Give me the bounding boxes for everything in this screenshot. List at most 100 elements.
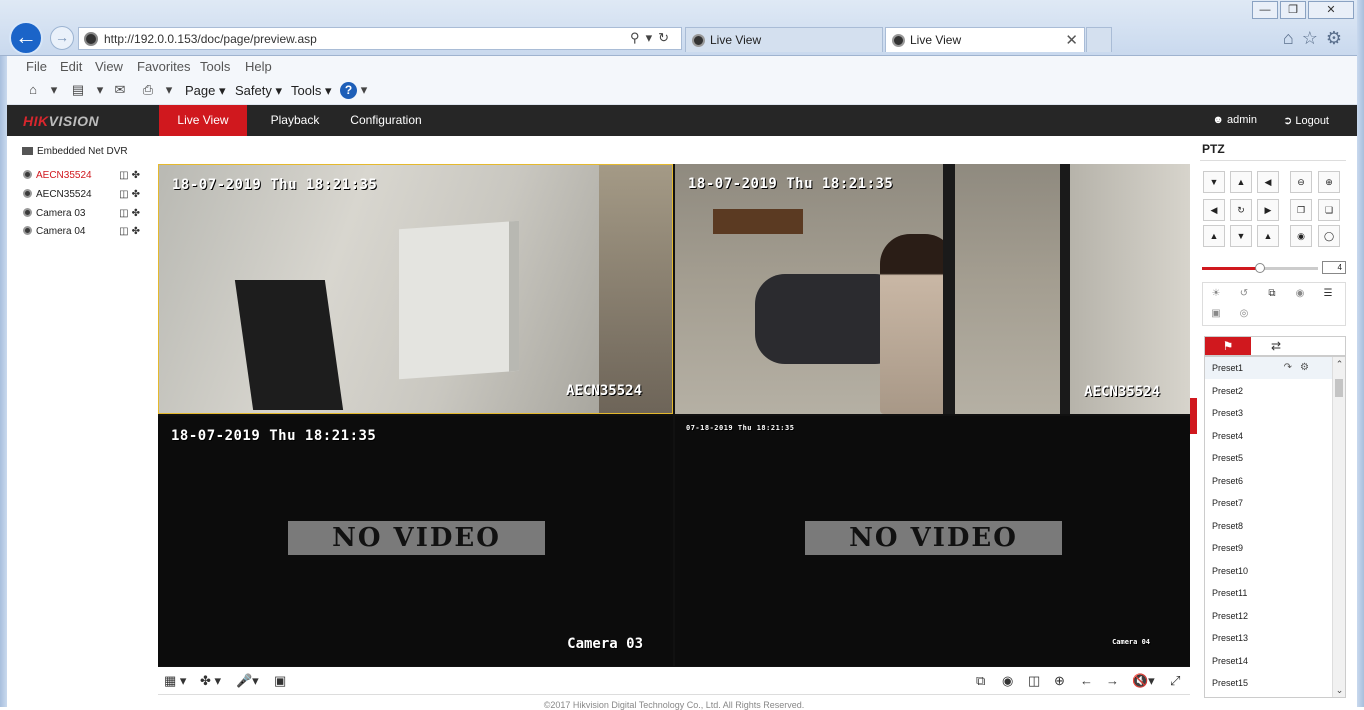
favorites-star-icon[interactable]: ☆ (1302, 28, 1326, 48)
fullscreen-icon[interactable]: ⤢ (1170, 673, 1180, 689)
ptz-speed-slider[interactable] (1202, 263, 1318, 273)
ptz-up-left-button[interactable]: ▼ (1203, 171, 1225, 193)
zoom-out-icon[interactable]: ⊖ (1290, 171, 1312, 193)
menu-icon[interactable]: ☰ (1317, 285, 1339, 303)
record-icon[interactable]: ◫ (119, 170, 131, 181)
mail-icon[interactable]: ✉ (112, 82, 128, 98)
iris-close-icon[interactable]: ◉ (1290, 225, 1312, 247)
ptz-right-button[interactable]: ▶ (1257, 199, 1279, 221)
lens-init-icon[interactable]: ◉ (1289, 285, 1311, 303)
safety-menu[interactable]: Safety ▾ (235, 83, 282, 99)
wiper-icon[interactable]: ↺ (1233, 285, 1255, 303)
record-icon[interactable]: ◫ (119, 208, 131, 219)
refresh-icon[interactable]: ↻ (658, 30, 675, 45)
minimize-button[interactable]: — (1252, 1, 1278, 19)
video-pane-2[interactable]: 18-07-2019 Thu 18:21:35 AECN35524 (675, 164, 1190, 414)
chevron-down-icon[interactable]: ▾ (646, 30, 659, 45)
device-node[interactable]: Embedded Net DVR (22, 146, 128, 157)
preset-item[interactable]: Preset4 (1205, 425, 1333, 447)
window-layout-icon[interactable]: ▦ ▾ (164, 673, 186, 689)
address-tools[interactable]: ⚲▾↻ (630, 30, 675, 46)
chevron-down-icon[interactable]: ▾ (46, 82, 62, 98)
previous-page-icon[interactable]: ← (1080, 673, 1093, 688)
home-icon[interactable]: ⌂ (25, 82, 41, 98)
camera-item-3[interactable]: Camera 03 ◫✤ (23, 208, 143, 222)
3d-zoom-icon[interactable]: ◎ (1233, 305, 1255, 323)
ptz-down-button[interactable]: ▼ (1230, 225, 1252, 247)
back-button[interactable]: ← (9, 21, 43, 55)
close-tab-icon[interactable]: ✕ (1065, 31, 1078, 49)
video-pane-3[interactable]: 18-07-2019 Thu 18:21:35 NO VIDEO Camera … (158, 416, 673, 666)
capture-icon[interactable]: ◉ (1002, 673, 1013, 689)
menu-edit[interactable]: Edit (60, 59, 82, 74)
iris-open-icon[interactable]: ◯ (1318, 225, 1340, 247)
preset-item[interactable]: Preset9 (1205, 537, 1333, 559)
tab-presets[interactable]: ⚑ (1205, 337, 1251, 355)
tab-playback[interactable]: Playback (259, 105, 331, 136)
ptz-collapse-handle[interactable] (1190, 398, 1197, 434)
ptz-up-right-button[interactable]: ◀ (1257, 171, 1279, 193)
forward-button[interactable]: → (50, 26, 74, 50)
scroll-thumb[interactable] (1335, 379, 1343, 397)
manual-track-icon[interactable]: ▣ (1205, 305, 1227, 323)
page-menu[interactable]: Page ▾ (185, 83, 226, 99)
zoom-in-icon[interactable]: ⊕ (1318, 171, 1340, 193)
print-icon[interactable]: ⎙ (140, 82, 156, 98)
ptz-icon[interactable]: ✤ (132, 208, 143, 219)
record-clip-icon[interactable]: ◫ (1028, 673, 1040, 689)
preset-item[interactable]: Preset8 (1205, 515, 1333, 537)
chevron-down-icon[interactable]: ▾ (92, 82, 108, 98)
preset-item[interactable]: Preset5 (1205, 447, 1333, 469)
set-preset-icon[interactable]: ⚙ (1300, 362, 1317, 373)
stream-type-icon[interactable]: ✤ ▾ (200, 673, 221, 689)
record-icon[interactable]: ◫ (119, 226, 131, 237)
scroll-down-icon[interactable]: ⌄ (1334, 684, 1345, 696)
preset-item[interactable]: Preset11 (1205, 582, 1333, 604)
microphone-icon[interactable]: 🎤▾ (236, 673, 259, 689)
ptz-icon[interactable]: ✤ (132, 189, 143, 200)
menu-tools[interactable]: Tools (200, 59, 230, 74)
address-bar[interactable]: http://192.0.0.153/doc/page/preview.asp … (78, 27, 682, 50)
tools-menu[interactable]: Tools ▾ (291, 83, 332, 99)
logout-button[interactable]: ➲ Logout (1283, 114, 1329, 127)
next-page-icon[interactable]: → (1106, 673, 1119, 688)
preset-item[interactable]: Preset15 (1205, 672, 1333, 694)
search-icon[interactable]: ⚲ (630, 30, 646, 45)
ptz-left-button[interactable]: ◀ (1203, 199, 1225, 221)
camera-item-1[interactable]: AECN35524 ◫✤ (23, 170, 143, 184)
new-tab-button[interactable] (1086, 27, 1112, 52)
maximize-button[interactable]: ❐ (1280, 1, 1306, 19)
ptz-down-right-button[interactable]: ▲ (1257, 225, 1279, 247)
video-pane-1[interactable]: 18-07-2019 Thu 18:21:35 AECN35524 (158, 164, 673, 414)
ptz-auto-button[interactable]: ↻ (1230, 199, 1252, 221)
preset-item[interactable]: Preset6 (1205, 470, 1333, 492)
preset-item[interactable]: Preset7 (1205, 492, 1333, 514)
browser-tab-1[interactable]: Live View (685, 27, 883, 52)
chevron-down-icon[interactable]: ▾ (161, 82, 177, 98)
ptz-icon[interactable]: ✤ (132, 226, 143, 237)
preset-item[interactable]: Preset2 (1205, 380, 1333, 402)
stop-all-icon[interactable]: ⧉ (976, 673, 985, 689)
speed-slider-handle[interactable] (1255, 263, 1265, 273)
preset-item[interactable]: Preset13 (1205, 627, 1333, 649)
close-window-button[interactable]: ✕ (1308, 1, 1354, 19)
user-menu[interactable]: ☻ admin (1212, 114, 1257, 126)
focus-near-icon[interactable]: ❐ (1290, 199, 1312, 221)
rss-feed-icon[interactable]: ▤ (70, 82, 86, 98)
tab-live-view[interactable]: Live View (159, 105, 247, 136)
camera-item-4[interactable]: Camera 04 ◫✤ (23, 226, 143, 240)
gear-icon[interactable]: ⚙ (1326, 28, 1350, 48)
ptz-icon[interactable]: ✤ (132, 170, 143, 181)
camera-item-2[interactable]: AECN35524 ◫✤ (23, 189, 143, 203)
menu-view[interactable]: View (95, 59, 123, 74)
tab-patrols[interactable]: ⇄ (1253, 337, 1299, 355)
address-url[interactable]: http://192.0.0.153/doc/page/preview.asp (104, 32, 317, 46)
preset-item[interactable]: Preset1 ↷⚙ (1205, 357, 1333, 379)
tab-configuration[interactable]: Configuration (345, 105, 427, 136)
video-pane-4[interactable]: 07-18-2019 Thu 18:21:35 NO VIDEO Camera … (675, 416, 1190, 666)
ptz-down-left-button[interactable]: ▲ (1203, 225, 1225, 247)
home-icon[interactable]: ⌂ (1283, 28, 1302, 48)
preset-item[interactable]: Preset3 (1205, 402, 1333, 424)
auxiliary-focus-icon[interactable]: ⧉ (1261, 285, 1283, 303)
preset-item[interactable]: Preset10 (1205, 560, 1333, 582)
